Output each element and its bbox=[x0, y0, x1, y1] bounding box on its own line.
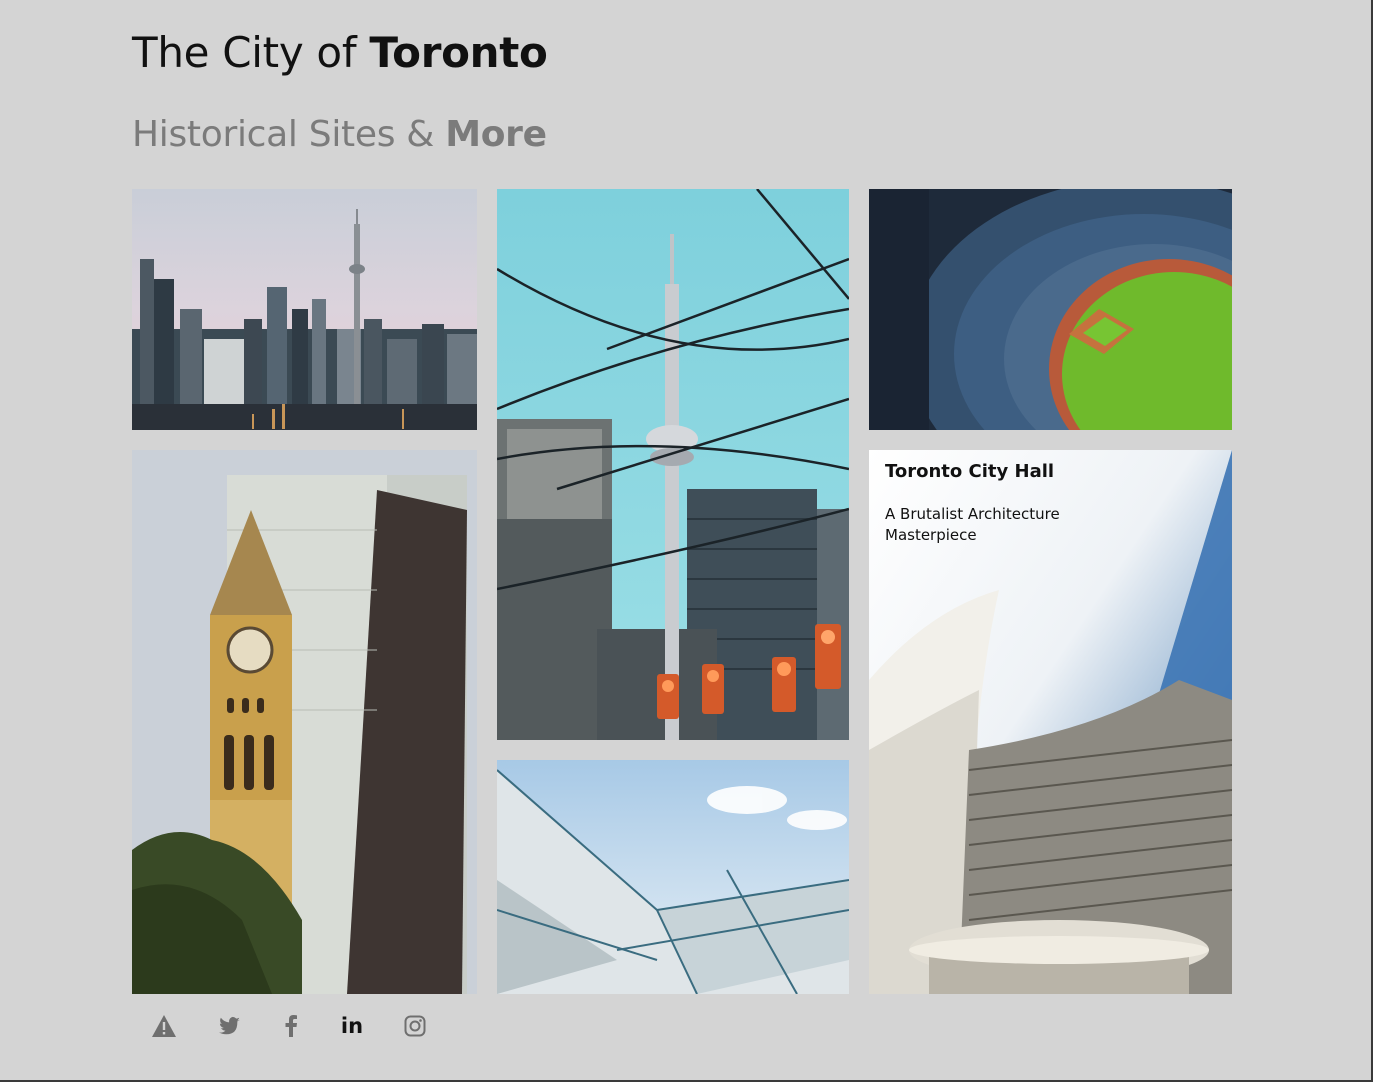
old-city-hall-image bbox=[132, 450, 477, 994]
page-title-bold: Toronto bbox=[369, 28, 548, 77]
social-bar: in bbox=[150, 1012, 429, 1040]
skyline-image bbox=[132, 189, 477, 430]
page-title-prefix: The City of bbox=[132, 28, 370, 77]
facebook-icon[interactable] bbox=[277, 1012, 305, 1040]
cn-tower-image bbox=[497, 189, 849, 740]
gallery-tile-stadium[interactable] bbox=[869, 189, 1232, 430]
page-subtitle: Historical Sites & More bbox=[132, 113, 547, 157]
gallery-tile-old-city-hall[interactable] bbox=[132, 450, 477, 994]
gallery-tile-skyline[interactable] bbox=[132, 189, 477, 430]
linkedin-icon[interactable]: in bbox=[338, 1012, 366, 1040]
featured-title: Toronto City Hall bbox=[885, 461, 1055, 482]
featured-caption: Toronto City Hall A Brutalist Architectu… bbox=[885, 460, 1105, 546]
instagram-icon[interactable] bbox=[401, 1012, 429, 1040]
warning-icon[interactable] bbox=[150, 1012, 178, 1040]
page-subtitle-prefix: Historical Sites & bbox=[132, 114, 446, 155]
gallery-tile-rom[interactable] bbox=[497, 760, 849, 994]
gallery-tile-city-hall[interactable]: Toronto City Hall A Brutalist Architectu… bbox=[869, 450, 1232, 994]
featured-subtitle: A Brutalist Architecture Masterpiece bbox=[885, 505, 1060, 544]
page-title: The City of Toronto bbox=[132, 28, 548, 78]
stadium-image bbox=[869, 189, 1232, 430]
page-subtitle-bold: More bbox=[445, 114, 547, 155]
twitter-icon[interactable] bbox=[216, 1012, 244, 1040]
rom-image bbox=[497, 760, 849, 994]
gallery-tile-cn-tower[interactable] bbox=[497, 189, 849, 740]
